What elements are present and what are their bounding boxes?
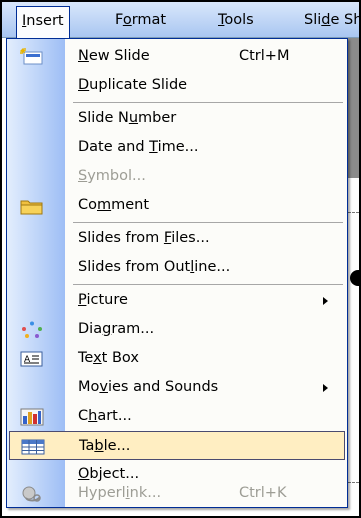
menu-item-comment[interactable]: Comment xyxy=(7,191,347,220)
menu-item-shortcut: Ctrl+K xyxy=(239,485,287,501)
menu-item-label: Movies and Sounds xyxy=(78,379,219,395)
menu-separator xyxy=(73,102,343,103)
menu-item-slide-number[interactable]: Slide Number xyxy=(7,104,347,133)
menu-item-label: Text Box xyxy=(78,350,139,366)
menu-item-symbol[interactable]: Symbol... xyxy=(7,162,347,191)
menu-item-label: Chart... xyxy=(78,408,132,424)
menu-insert[interactable]: Insert xyxy=(16,6,70,39)
menu-separator xyxy=(73,284,343,285)
menu-item-date-and-time[interactable]: Date and Time... xyxy=(7,133,347,162)
menu-item-slides-from-files[interactable]: Slides from Files... xyxy=(7,224,347,253)
menu-item-label: New Slide xyxy=(78,48,150,64)
submenu-arrow-icon xyxy=(323,384,328,392)
menu-item-slides-from-outline[interactable]: Slides from Outline... xyxy=(7,253,347,282)
menu-item-label: Slides from Outline... xyxy=(78,259,231,275)
menu-item-hyperlink[interactable]: Hyperlink... Ctrl+K xyxy=(7,479,347,508)
menu-item-label: Picture xyxy=(78,292,128,308)
menu-item-chart[interactable]: Chart... xyxy=(7,402,347,431)
hyperlink-icon xyxy=(20,485,44,503)
menu-separator xyxy=(73,222,343,223)
menu-item-duplicate-slide[interactable]: Duplicate Slide xyxy=(7,71,347,100)
menu-item-new-slide[interactable]: New Slide Ctrl+M xyxy=(7,42,347,71)
menu-item-text-box[interactable]: A Text Box xyxy=(7,344,347,373)
menu-item-label: Comment xyxy=(78,197,150,213)
table-icon xyxy=(21,438,45,456)
submenu-arrow-icon xyxy=(323,297,328,305)
menu-format[interactable]: Format xyxy=(110,6,171,34)
comment-icon xyxy=(20,197,44,215)
menu-item-label: Duplicate Slide xyxy=(78,77,188,93)
menu-slide-show[interactable]: Slide Sh xyxy=(299,6,361,34)
menu-tools[interactable]: Tools xyxy=(213,6,259,34)
text-box-icon: A xyxy=(20,350,44,368)
slide-pane-edge xyxy=(348,38,359,516)
menu-item-label: Date and Time... xyxy=(78,139,199,155)
new-slide-icon xyxy=(19,47,44,66)
menu-item-label: Hyperlink... xyxy=(78,485,162,501)
menu-item-picture[interactable]: Picture xyxy=(7,286,347,315)
insert-menu: New Slide Ctrl+M Duplicate Slide Slide N… xyxy=(6,38,348,508)
menu-item-label: Symbol... xyxy=(78,168,146,184)
menu-item-movies-and-sounds[interactable]: Movies and Sounds xyxy=(7,373,347,402)
diagram-icon xyxy=(20,321,44,339)
menu-item-diagram[interactable]: Diagram... xyxy=(7,315,347,344)
menu-item-label: Slides from Files... xyxy=(78,230,210,246)
menu-item-table[interactable]: Table... xyxy=(9,431,345,460)
menu-item-label: Diagram... xyxy=(78,321,155,337)
menu-bar: Insert Format Tools Slide Sh xyxy=(2,2,361,39)
menu-item-shortcut: Ctrl+M xyxy=(239,48,290,64)
chart-icon xyxy=(20,408,44,426)
menu-item-label: Slide Number xyxy=(78,110,177,126)
menu-item-label: Table... xyxy=(79,438,131,454)
